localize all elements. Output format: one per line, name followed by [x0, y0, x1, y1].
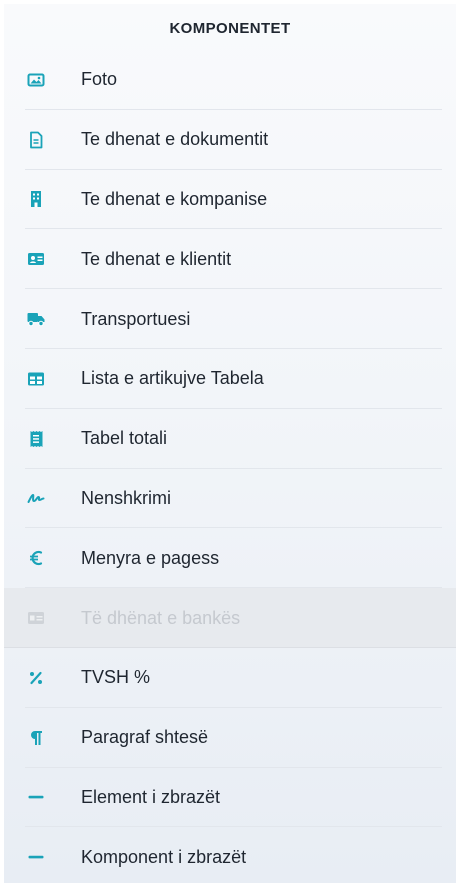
percent-icon — [25, 667, 47, 689]
component-item-empty-element[interactable]: Element i zbrazët — [4, 768, 456, 828]
document-icon — [25, 129, 47, 151]
component-label: Paragraf shtesë — [81, 727, 209, 748]
component-item-signature[interactable]: Nenshkrimi — [4, 469, 456, 529]
component-item-empty-component[interactable]: Komponent i zbrazët — [4, 827, 456, 887]
receipt-icon — [25, 428, 47, 450]
minus-icon — [25, 846, 47, 868]
component-label: Të dhënat e bankës — [81, 607, 241, 628]
euro-icon — [25, 547, 47, 569]
component-label: Te dhenat e klientit — [81, 248, 232, 269]
id-card-icon — [25, 248, 47, 270]
component-item-items-table[interactable]: Lista e artikujve Tabela — [4, 349, 456, 409]
component-label: Te dhenat e dokumentit — [81, 129, 269, 150]
component-item-bank-data: Të dhënat e bankës — [4, 588, 456, 648]
image-icon — [25, 69, 47, 91]
component-label: Element i zbrazët — [81, 786, 221, 807]
component-label: Menyra e pagess — [81, 547, 220, 568]
component-item-transporter[interactable]: Transportuesi — [4, 289, 456, 349]
bank-card-icon — [25, 607, 47, 629]
component-label: TVSH % — [81, 667, 151, 688]
signature-icon — [25, 487, 47, 509]
component-label: Transportuesi — [81, 308, 191, 329]
component-item-extra-paragraph[interactable]: Paragraf shtesë — [4, 708, 456, 768]
building-icon — [25, 188, 47, 210]
components-list: Foto Te dhenat e dokumentit Te dhenat e … — [4, 50, 456, 887]
truck-icon — [25, 308, 47, 330]
components-panel: KOMPONENTET Foto Te dhenat e dokumentit … — [4, 4, 456, 883]
minus-icon — [25, 786, 47, 808]
component-item-totals-table[interactable]: Tabel totali — [4, 409, 456, 469]
component-item-vat-percent[interactable]: TVSH % — [4, 648, 456, 708]
component-item-foto[interactable]: Foto — [4, 50, 456, 110]
panel-title: KOMPONENTET — [169, 20, 291, 37]
component-item-client-data[interactable]: Te dhenat e klientit — [4, 229, 456, 289]
component-item-document-data[interactable]: Te dhenat e dokumentit — [4, 110, 456, 170]
component-label: Foto — [81, 69, 118, 90]
component-label: Tabel totali — [81, 428, 168, 449]
table-icon — [25, 368, 47, 390]
component-label: Nenshkrimi — [81, 487, 172, 508]
paragraph-icon — [25, 727, 47, 749]
component-item-company-data[interactable]: Te dhenat e kompanise — [4, 170, 456, 230]
component-label: Te dhenat e kompanise — [81, 188, 268, 209]
component-item-payment-method[interactable]: Menyra e pagess — [4, 528, 456, 588]
component-label: Lista e artikujve Tabela — [81, 368, 264, 389]
component-label: Komponent i zbrazët — [81, 846, 247, 867]
